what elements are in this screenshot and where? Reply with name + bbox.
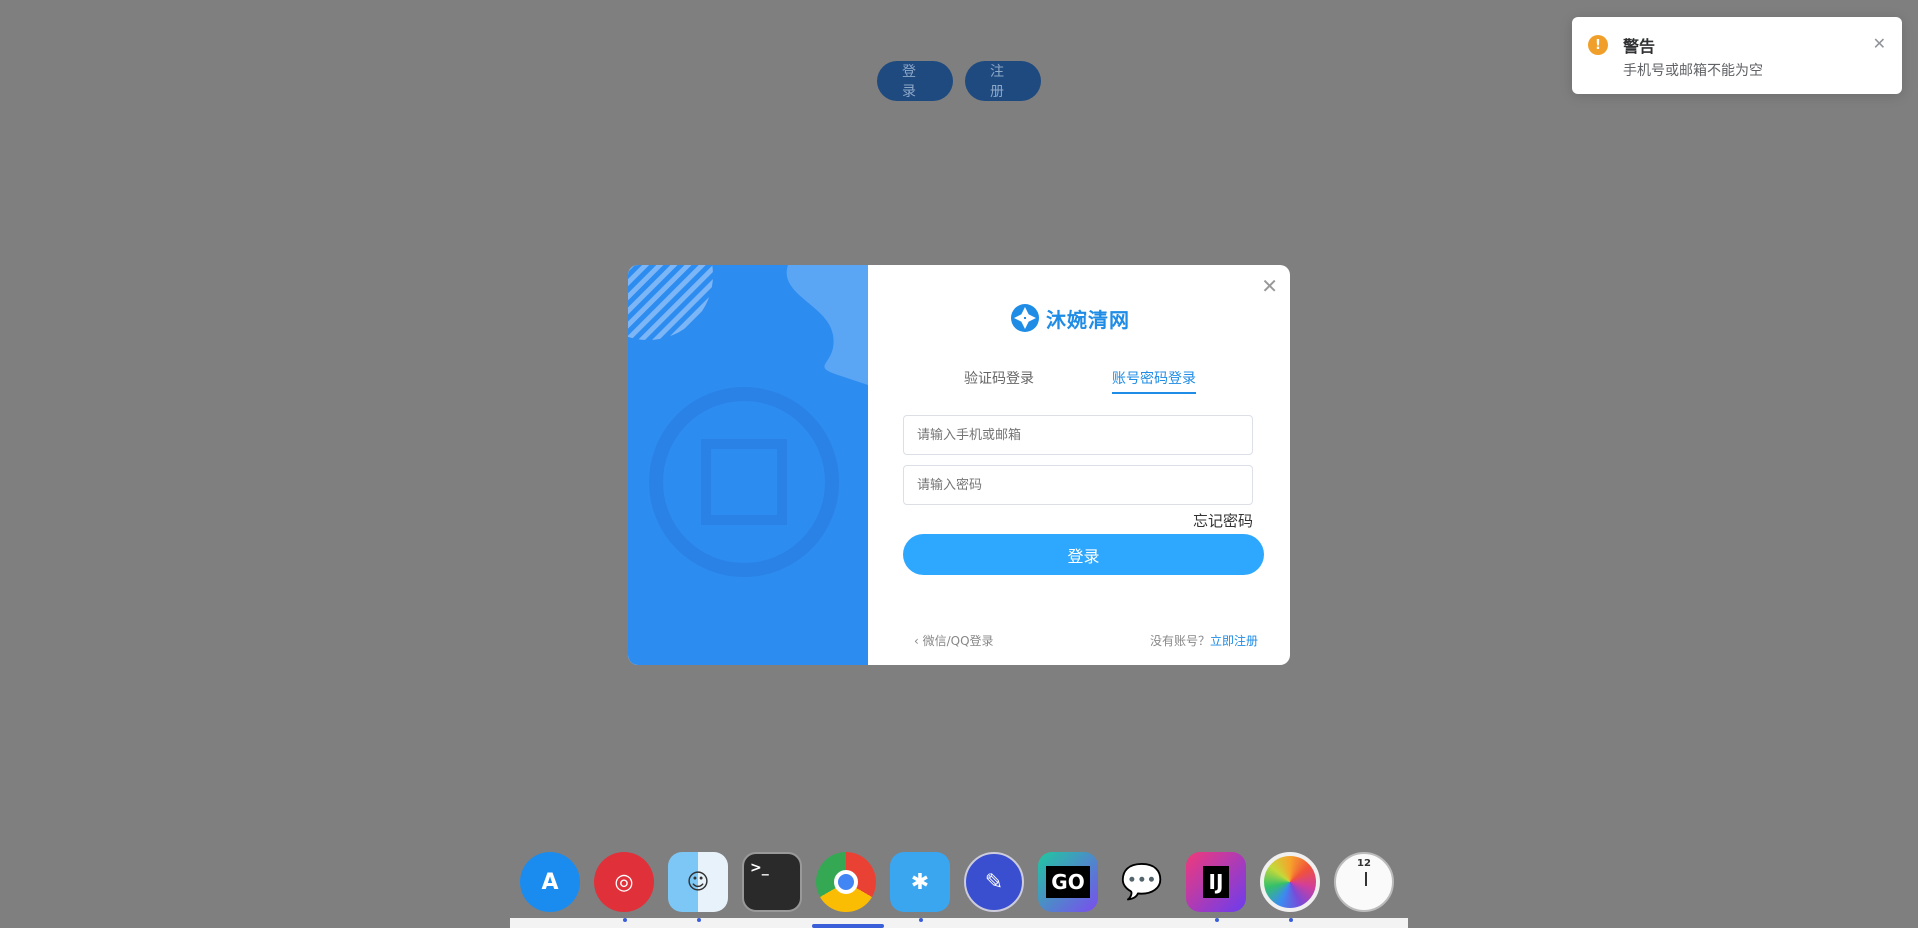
chrome-icon bbox=[816, 852, 876, 912]
forgot-password-link[interactable]: 忘记密码 bbox=[1193, 510, 1253, 531]
running-indicator bbox=[697, 918, 701, 922]
dock-active-indicator bbox=[812, 924, 884, 928]
close-icon[interactable]: ✕ bbox=[1261, 276, 1278, 296]
dock-item-tool-star[interactable]: ✱ bbox=[890, 852, 950, 922]
running-indicator bbox=[919, 918, 923, 922]
account-input[interactable] bbox=[903, 415, 1253, 455]
password-input[interactable] bbox=[903, 465, 1253, 505]
login-modal: ✕ 沐婉清网 验证码登录 账号密码登录 忘记密码 登录 ‹ 微信/QQ登录 没有… bbox=[628, 265, 1290, 665]
dock-item-photos[interactable] bbox=[1260, 852, 1320, 922]
warning-toast: ! 警告 手机号或邮箱不能为空 ✕ bbox=[1572, 17, 1902, 94]
toast-title: 警告 bbox=[1623, 37, 1656, 56]
register-link[interactable]: 立即注册 bbox=[1210, 634, 1258, 648]
site-logo: 沐婉清网 bbox=[1010, 303, 1130, 333]
tab-sms-login[interactable]: 验证码登录 bbox=[964, 368, 1034, 388]
alt-login-link[interactable]: ‹ 微信/QQ登录 bbox=[914, 632, 994, 649]
logo-text: 沐婉清网 bbox=[1046, 307, 1130, 332]
top-login-button[interactable]: 登录 bbox=[877, 61, 953, 101]
running-indicator bbox=[1215, 918, 1219, 922]
dock: A ◎ ☺ >_ ✱ ✎ GO 💬 IJ 12 bbox=[520, 852, 1394, 922]
no-account-text: 没有账号？ bbox=[1149, 634, 1210, 648]
dock-item-wechat[interactable]: 💬 bbox=[1112, 852, 1172, 912]
login-form: ✕ 沐婉清网 验证码登录 账号密码登录 忘记密码 登录 ‹ 微信/QQ登录 没有… bbox=[868, 265, 1290, 665]
active-tab-indicator bbox=[1112, 392, 1196, 394]
clock-icon: 12 bbox=[1334, 852, 1394, 912]
chevron-left-icon: ‹ bbox=[914, 634, 923, 648]
goland-icon: GO bbox=[1038, 852, 1098, 912]
netease-music-icon: ◎ bbox=[594, 852, 654, 912]
dock-item-finder[interactable]: ☺ bbox=[668, 852, 728, 922]
photos-icon bbox=[1260, 852, 1320, 912]
login-submit-button[interactable]: 登录 bbox=[903, 534, 1264, 575]
dock-item-app-store[interactable]: A bbox=[520, 852, 580, 912]
wechat-icon: 💬 bbox=[1120, 862, 1164, 902]
dock-item-netease-music[interactable]: ◎ bbox=[594, 852, 654, 922]
register-prompt: 没有账号？立即注册 bbox=[1150, 632, 1258, 649]
decorative-panel bbox=[628, 265, 868, 665]
running-indicator bbox=[1289, 918, 1293, 922]
dock-item-chrome[interactable] bbox=[816, 852, 876, 912]
logo-icon bbox=[1011, 304, 1039, 332]
dock-item-postman[interactable]: ✎ bbox=[964, 852, 1024, 912]
running-indicator bbox=[623, 918, 627, 922]
close-icon[interactable]: ✕ bbox=[1873, 34, 1886, 53]
app-store-icon: A bbox=[520, 852, 580, 912]
dock-shelf bbox=[510, 918, 1408, 928]
tool-star-icon: ✱ bbox=[890, 852, 950, 912]
top-register-button[interactable]: 注册 bbox=[965, 61, 1041, 101]
finder-icon: ☺ bbox=[668, 852, 728, 912]
postman-icon: ✎ bbox=[964, 852, 1024, 912]
warning-icon: ! bbox=[1588, 35, 1608, 55]
toast-message: 手机号或邮箱不能为空 bbox=[1623, 63, 1763, 79]
alt-login-label: 微信/QQ登录 bbox=[922, 634, 994, 648]
dock-item-clock[interactable]: 12 bbox=[1334, 852, 1394, 912]
decorative-illustration bbox=[628, 265, 868, 577]
terminal-icon: >_ bbox=[742, 852, 802, 912]
dock-item-intellij[interactable]: IJ bbox=[1186, 852, 1246, 922]
dock-item-goland[interactable]: GO bbox=[1038, 852, 1098, 912]
intellij-icon: IJ bbox=[1186, 852, 1246, 912]
tab-password-login[interactable]: 账号密码登录 bbox=[1112, 368, 1196, 388]
dock-item-terminal[interactable]: >_ bbox=[742, 852, 802, 912]
top-buttons: 登录 注册 bbox=[877, 61, 1041, 101]
